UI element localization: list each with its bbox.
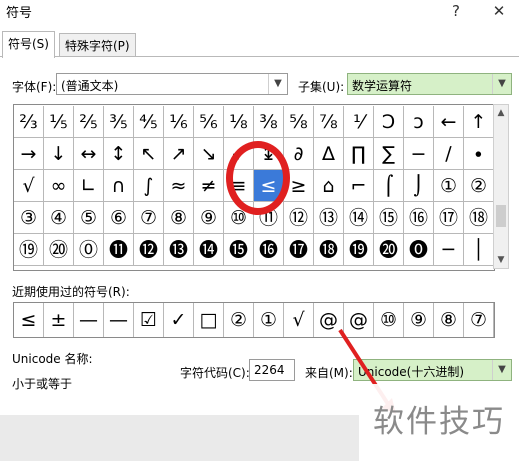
watermark: 软件技巧 xyxy=(359,384,519,461)
tab-symbols[interactable]: 符号(S) xyxy=(2,31,55,58)
